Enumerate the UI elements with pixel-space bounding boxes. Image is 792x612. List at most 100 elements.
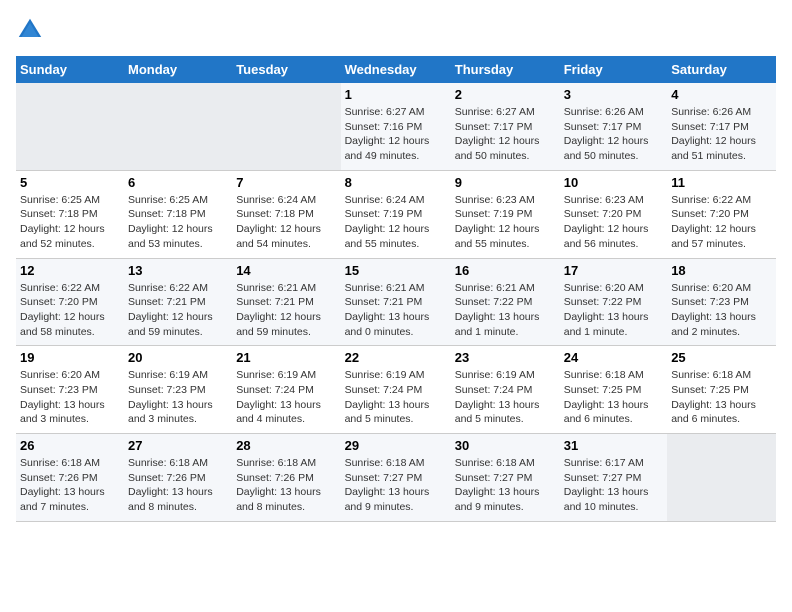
day-info: Sunrise: 6:18 AM Sunset: 7:26 PM Dayligh… [128, 456, 228, 515]
day-info: Sunrise: 6:26 AM Sunset: 7:17 PM Dayligh… [564, 105, 663, 164]
day-header-friday: Friday [560, 56, 667, 83]
day-cell: 30Sunrise: 6:18 AM Sunset: 7:27 PM Dayli… [451, 434, 560, 522]
day-number: 11 [671, 175, 772, 190]
day-header-tuesday: Tuesday [232, 56, 340, 83]
page-header [16, 16, 776, 44]
day-info: Sunrise: 6:26 AM Sunset: 7:17 PM Dayligh… [671, 105, 772, 164]
day-cell: 25 Sunrise: 6:18 AM Sunset: 7:25 PM Dayli… [667, 346, 776, 434]
day-info: Sunrise: 6:22 AM Sunset: 7:20 PM Dayligh… [20, 281, 120, 340]
day-cell: 11 Sunrise: 6:22 AM Sunset: 7:20 PM Dayli… [667, 170, 776, 258]
day-cell: 13 Sunrise: 6:22 AM Sunset: 7:21 PM Dayli… [124, 258, 232, 346]
day-number: 29 [345, 438, 447, 453]
day-info: Sunrise: 6:19 AM Sunset: 7:24 PM Dayligh… [455, 368, 556, 427]
day-number: 9 [455, 175, 556, 190]
day-info: Sunrise: 6:18 AM Sunset: 7:25 PM Dayligh… [671, 368, 772, 427]
day-info: Sunrise: 6:23 AM Sunset: 7:19 PM Dayligh… [455, 193, 556, 252]
day-number: 5 [20, 175, 120, 190]
day-cell: 28 Sunrise: 6:18 AM Sunset: 7:26 PM Dayli… [232, 434, 340, 522]
day-info: Sunrise: 6:21 AM Sunset: 7:21 PM Dayligh… [236, 281, 336, 340]
day-cell: 9 Sunrise: 6:23 AM Sunset: 7:19 PM Daylig… [451, 170, 560, 258]
day-info: Sunrise: 6:20 AM Sunset: 7:22 PM Dayligh… [564, 281, 663, 340]
day-info: Sunrise: 6:27 AM Sunset: 7:16 PM Dayligh… [345, 105, 447, 164]
day-info: Sunrise: 6:24 AM Sunset: 7:18 PM Dayligh… [236, 193, 336, 252]
day-info: Sunrise: 6:18 AM Sunset: 7:27 PM Dayligh… [345, 456, 447, 515]
day-number: 24 [564, 350, 663, 365]
days-of-week-row: SundayMondayTuesdayWednesdayThursdayFrid… [16, 56, 776, 83]
day-cell: 8 Sunrise: 6:24 AM Sunset: 7:19 PM Daylig… [341, 170, 451, 258]
day-cell: 23 Sunrise: 6:19 AM Sunset: 7:24 PM Dayli… [451, 346, 560, 434]
day-number: 22 [345, 350, 447, 365]
day-info: Sunrise: 6:18 AM Sunset: 7:25 PM Dayligh… [564, 368, 663, 427]
day-number: 20 [128, 350, 228, 365]
day-header-monday: Monday [124, 56, 232, 83]
day-cell: 22Sunrise: 6:19 AM Sunset: 7:24 PM Dayli… [341, 346, 451, 434]
day-cell: 3 Sunrise: 6:26 AM Sunset: 7:17 PM Daylig… [560, 83, 667, 170]
day-cell: 12 Sunrise: 6:22 AM Sunset: 7:20 PM Dayli… [16, 258, 124, 346]
day-cell: 7Sunrise: 6:24 AM Sunset: 7:18 PM Daylig… [232, 170, 340, 258]
day-cell: 24 Sunrise: 6:18 AM Sunset: 7:25 PM Dayli… [560, 346, 667, 434]
day-info: Sunrise: 6:18 AM Sunset: 7:26 PM Dayligh… [20, 456, 120, 515]
day-number: 16 [455, 263, 556, 278]
day-cell [232, 83, 340, 170]
day-cell: 29 Sunrise: 6:18 AM Sunset: 7:27 PM Dayli… [341, 434, 451, 522]
week-row-3: 12 Sunrise: 6:22 AM Sunset: 7:20 PM Dayli… [16, 258, 776, 346]
week-row-2: 5 Sunrise: 6:25 AM Sunset: 7:18 PM Daylig… [16, 170, 776, 258]
week-row-5: 26 Sunrise: 6:18 AM Sunset: 7:26 PM Dayli… [16, 434, 776, 522]
day-info: Sunrise: 6:20 AM Sunset: 7:23 PM Dayligh… [20, 368, 120, 427]
day-info: Sunrise: 6:25 AM Sunset: 7:18 PM Dayligh… [20, 193, 120, 252]
day-cell [667, 434, 776, 522]
day-cell: 1 Sunrise: 6:27 AM Sunset: 7:16 PM Daylig… [341, 83, 451, 170]
day-number: 8 [345, 175, 447, 190]
day-header-thursday: Thursday [451, 56, 560, 83]
day-number: 18 [671, 263, 772, 278]
day-info: Sunrise: 6:19 AM Sunset: 7:24 PM Dayligh… [236, 368, 336, 427]
day-cell [16, 83, 124, 170]
day-number: 12 [20, 263, 120, 278]
day-info: Sunrise: 6:21 AM Sunset: 7:21 PM Dayligh… [345, 281, 447, 340]
day-cell: 16 Sunrise: 6:21 AM Sunset: 7:22 PM Dayli… [451, 258, 560, 346]
week-row-4: 19Sunrise: 6:20 AM Sunset: 7:23 PM Dayli… [16, 346, 776, 434]
day-number: 15 [345, 263, 447, 278]
day-cell: 21 Sunrise: 6:19 AM Sunset: 7:24 PM Dayli… [232, 346, 340, 434]
day-number: 3 [564, 87, 663, 102]
day-number: 30 [455, 438, 556, 453]
day-cell: 19Sunrise: 6:20 AM Sunset: 7:23 PM Dayli… [16, 346, 124, 434]
day-number: 2 [455, 87, 556, 102]
day-number: 4 [671, 87, 772, 102]
day-cell: 6Sunrise: 6:25 AM Sunset: 7:18 PM Daylig… [124, 170, 232, 258]
day-info: Sunrise: 6:27 AM Sunset: 7:17 PM Dayligh… [455, 105, 556, 164]
day-cell: 18 Sunrise: 6:20 AM Sunset: 7:23 PM Dayli… [667, 258, 776, 346]
day-info: Sunrise: 6:22 AM Sunset: 7:21 PM Dayligh… [128, 281, 228, 340]
day-cell: 2 Sunrise: 6:27 AM Sunset: 7:17 PM Daylig… [451, 83, 560, 170]
day-number: 27 [128, 438, 228, 453]
logo [16, 16, 48, 44]
day-header-sunday: Sunday [16, 56, 124, 83]
day-header-wednesday: Wednesday [341, 56, 451, 83]
day-number: 25 [671, 350, 772, 365]
day-number: 21 [236, 350, 336, 365]
day-info: Sunrise: 6:21 AM Sunset: 7:22 PM Dayligh… [455, 281, 556, 340]
day-info: Sunrise: 6:20 AM Sunset: 7:23 PM Dayligh… [671, 281, 772, 340]
day-cell: 5 Sunrise: 6:25 AM Sunset: 7:18 PM Daylig… [16, 170, 124, 258]
week-row-1: 1 Sunrise: 6:27 AM Sunset: 7:16 PM Daylig… [16, 83, 776, 170]
day-info: Sunrise: 6:17 AM Sunset: 7:27 PM Dayligh… [564, 456, 663, 515]
day-cell: 10Sunrise: 6:23 AM Sunset: 7:20 PM Dayli… [560, 170, 667, 258]
day-info: Sunrise: 6:18 AM Sunset: 7:26 PM Dayligh… [236, 456, 336, 515]
day-cell: 20Sunrise: 6:19 AM Sunset: 7:23 PM Dayli… [124, 346, 232, 434]
day-cell: 31 Sunrise: 6:17 AM Sunset: 7:27 PM Dayli… [560, 434, 667, 522]
day-number: 23 [455, 350, 556, 365]
day-cell: 26 Sunrise: 6:18 AM Sunset: 7:26 PM Dayli… [16, 434, 124, 522]
day-cell: 14 Sunrise: 6:21 AM Sunset: 7:21 PM Dayli… [232, 258, 340, 346]
day-number: 31 [564, 438, 663, 453]
day-info: Sunrise: 6:22 AM Sunset: 7:20 PM Dayligh… [671, 193, 772, 252]
day-info: Sunrise: 6:24 AM Sunset: 7:19 PM Dayligh… [345, 193, 447, 252]
day-number: 26 [20, 438, 120, 453]
day-header-saturday: Saturday [667, 56, 776, 83]
day-number: 17 [564, 263, 663, 278]
day-number: 14 [236, 263, 336, 278]
day-number: 28 [236, 438, 336, 453]
day-number: 13 [128, 263, 228, 278]
day-number: 1 [345, 87, 447, 102]
day-number: 6 [128, 175, 228, 190]
day-cell: 17 Sunrise: 6:20 AM Sunset: 7:22 PM Dayli… [560, 258, 667, 346]
